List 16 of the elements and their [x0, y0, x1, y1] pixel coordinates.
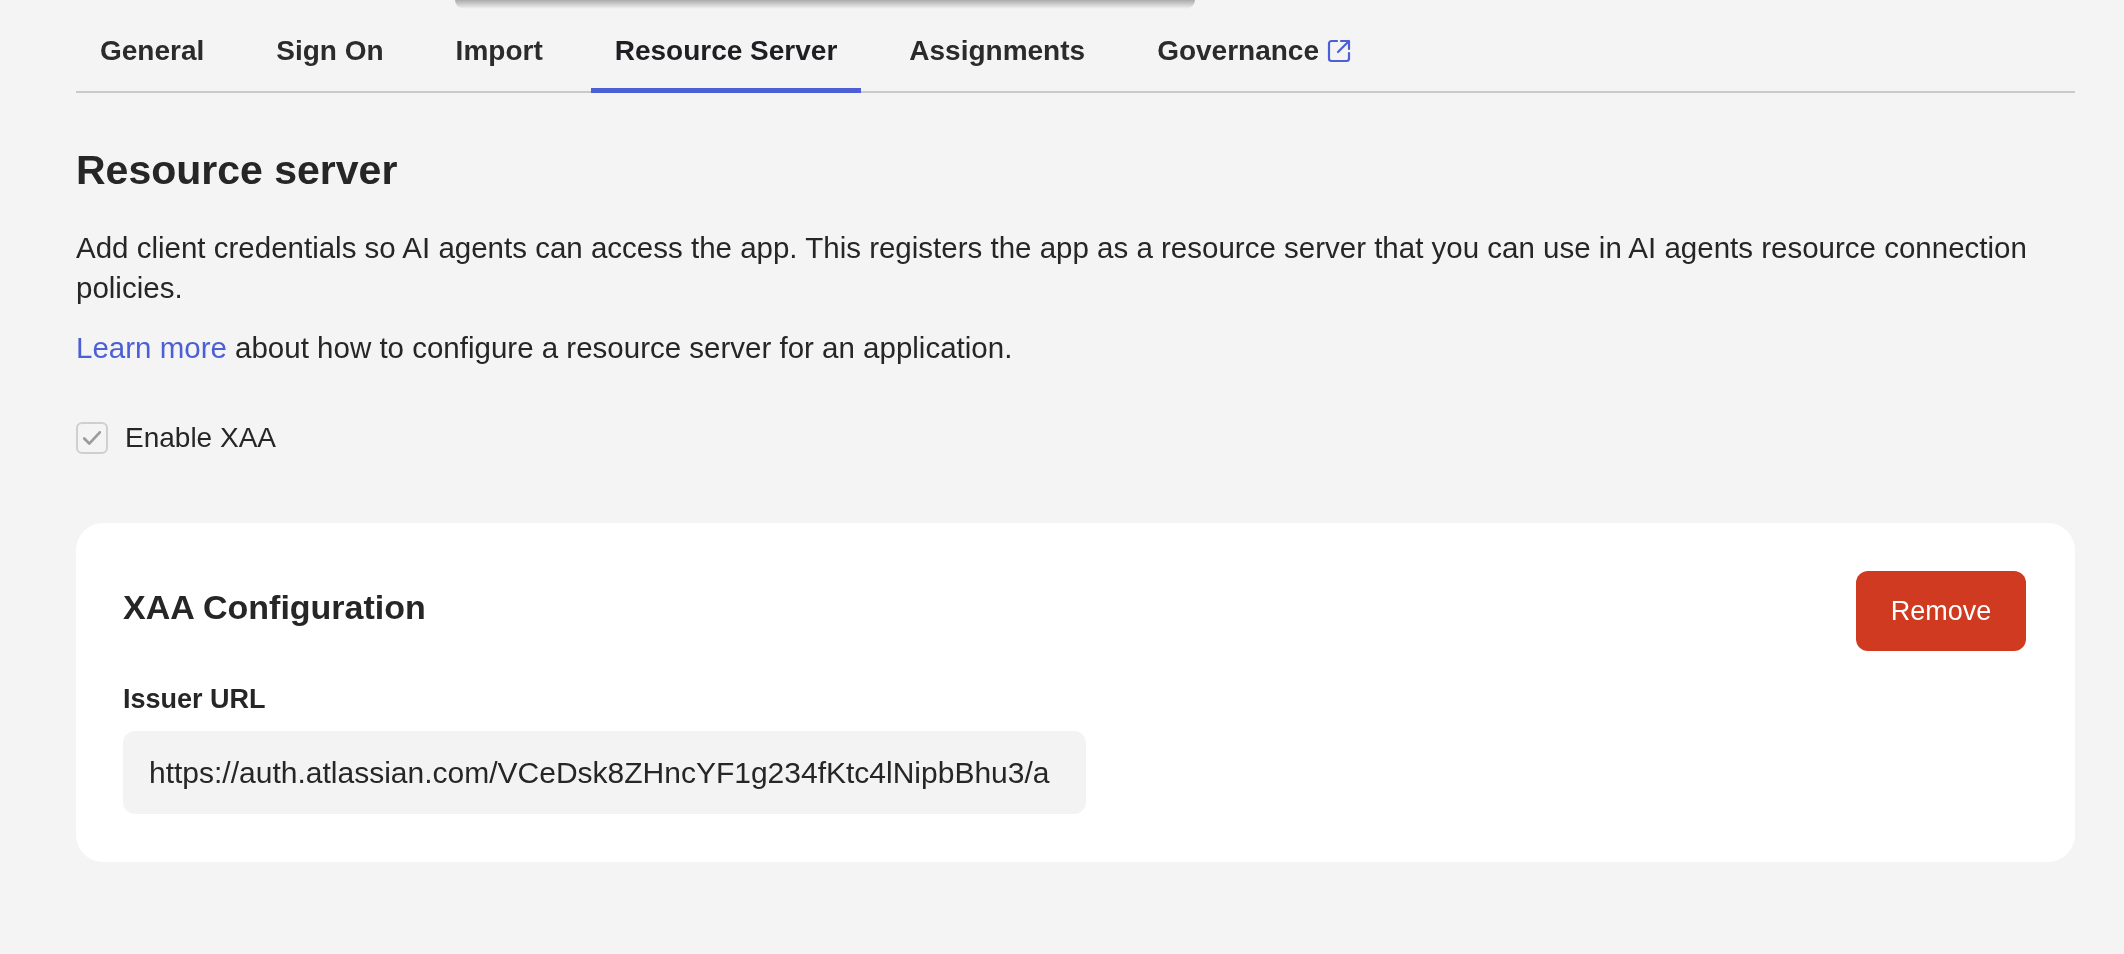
section-title: Resource server	[76, 146, 398, 194]
remove-button[interactable]: Remove	[1856, 571, 2026, 651]
tab[interactable]: General	[76, 6, 229, 93]
description-text: Add client credentials so AI agents can access the app. This registers the app as a resource server that you can use in AI agents resource connection policies.	[76, 230, 2028, 306]
tab[interactable]: Governance	[1133, 6, 1375, 93]
tab[interactable]: Sign On	[252, 6, 408, 93]
field-label: Issuer URL	[123, 683, 266, 715]
card-title: XAA Configuration	[123, 587, 426, 627]
check-icon	[83, 431, 101, 445]
checkbox-label: Enable XAA	[125, 422, 276, 454]
tab[interactable]: Assignments	[885, 6, 1110, 93]
help-text: Learn more about how to configure a resource server for an application.	[76, 330, 1013, 366]
tab[interactable]: Import	[431, 6, 567, 93]
tab[interactable]: Resource Server	[590, 6, 862, 93]
url-field[interactable]: https://auth.atlassian.com/VCeDsk8ZHncYF1g234fKtc4lNipbBhu3/a	[123, 731, 1086, 814]
learn-more-link[interactable]: Learn more	[76, 331, 227, 364]
